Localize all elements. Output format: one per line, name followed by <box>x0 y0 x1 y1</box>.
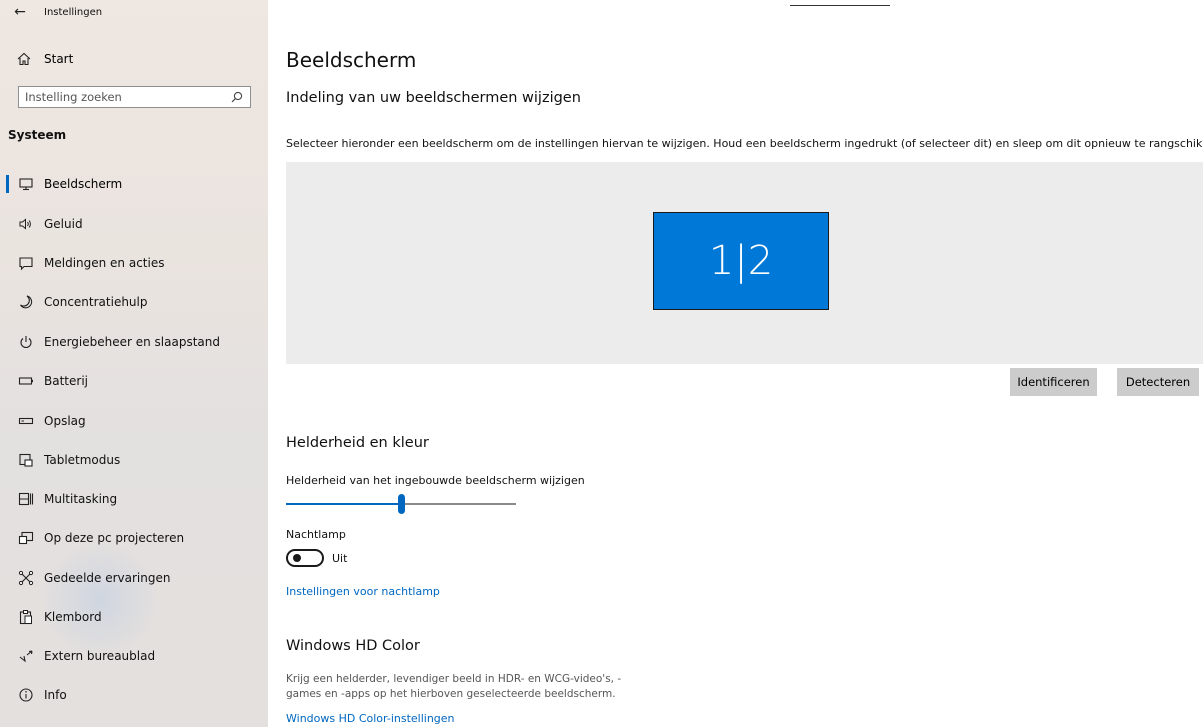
hdr-settings-link[interactable]: Windows HD Color-instellingen <box>286 712 455 725</box>
sidebar-item-info[interactable]: Info <box>0 681 268 709</box>
sidebar-item-klembord[interactable]: Klembord <box>0 603 268 631</box>
moon-icon <box>18 294 34 310</box>
brightness-heading: Helderheid en kleur <box>286 435 429 451</box>
brightness-slider-label: Helderheid van het ingebouwde beeldscher… <box>286 474 585 487</box>
speaker-icon <box>18 216 34 232</box>
sidebar-item-projecteren[interactable]: Op deze pc projecteren <box>0 524 268 552</box>
sidebar-item-label: Geluid <box>44 217 83 231</box>
arrange-heading: Indeling van uw beeldschermen wijzigen <box>286 90 581 106</box>
search-input[interactable] <box>19 87 225 107</box>
sidebar-item-label: Klembord <box>44 610 102 624</box>
sidebar-item-label: Info <box>44 688 67 702</box>
storage-icon <box>18 413 34 429</box>
multitasking-icon <box>18 491 34 507</box>
sidebar-item-label: Beeldscherm <box>44 177 123 191</box>
sidebar-item-beeldscherm[interactable]: Beeldscherm <box>0 170 268 198</box>
remote-desktop-icon <box>18 648 34 664</box>
sidebar-item-label: Energiebeheer en slaapstand <box>44 335 220 349</box>
sidebar-item-concentratiehulp[interactable]: Concentratiehulp <box>0 288 268 316</box>
title-bar: ← Instellingen <box>0 0 268 26</box>
sidebar-item-meldingen[interactable]: Meldingen en acties <box>0 249 268 277</box>
arrange-description: Selecteer hieronder een beeldscherm om d… <box>286 137 1203 150</box>
sidebar-item-label: Op deze pc projecteren <box>44 531 185 545</box>
search-icon[interactable] <box>230 90 244 104</box>
sidebar-section-title: Systeem <box>8 128 67 142</box>
slider-thumb[interactable] <box>398 494 405 514</box>
shared-experiences-icon <box>18 570 34 586</box>
night-light-label: Nachtlamp <box>286 528 346 541</box>
sidebar-item-label: Concentratiehulp <box>44 295 148 309</box>
hdr-description-line: Krijg een helderder, levendiger beeld in… <box>286 673 622 685</box>
toggle-knob <box>293 554 301 562</box>
sidebar-item-energiebeheer[interactable]: Energiebeheer en slaapstand <box>0 328 268 356</box>
slider-track-filled <box>286 503 401 505</box>
sidebar-item-tabletmodus[interactable]: Tabletmodus <box>0 446 268 474</box>
app-title: Instellingen <box>44 7 103 18</box>
sidebar-item-label: Extern bureaublad <box>44 649 156 663</box>
brightness-slider[interactable] <box>286 494 516 514</box>
project-icon <box>18 530 34 546</box>
back-button[interactable]: ← <box>8 2 32 24</box>
identify-button[interactable]: Identificeren <box>1010 368 1097 396</box>
sidebar: ← Instellingen Start Systeem Beeldscherm… <box>0 0 268 727</box>
power-icon <box>18 334 34 350</box>
sidebar-item-label: Tabletmodus <box>44 453 121 467</box>
night-light-state: Uit <box>332 552 348 565</box>
hdr-heading: Windows HD Color <box>286 638 420 654</box>
display-arrangement-area[interactable]: 1|2 <box>286 162 1203 364</box>
main-content: Beeldscherm Indeling van uw beeldscherme… <box>268 0 1203 727</box>
sidebar-item-label: Meldingen en acties <box>44 256 165 270</box>
detect-button[interactable]: Detecteren <box>1117 368 1199 396</box>
monitor-tile[interactable]: 1|2 <box>653 212 829 310</box>
clipboard-icon <box>18 609 34 625</box>
home-icon <box>16 51 32 67</box>
sidebar-item-extern-bureaublad[interactable]: Extern bureaublad <box>0 642 268 670</box>
sidebar-item-multitasking[interactable]: Multitasking <box>0 485 268 513</box>
active-indicator <box>6 175 9 193</box>
sidebar-item-label: Batterij <box>44 374 88 388</box>
sidebar-item-batterij[interactable]: Batterij <box>0 367 268 395</box>
page-title: Beeldscherm <box>286 48 417 72</box>
sidebar-item-opslag[interactable]: Opslag <box>0 407 268 435</box>
sidebar-item-label: Multitasking <box>44 492 118 506</box>
search-box[interactable] <box>18 86 251 108</box>
sidebar-item-gedeelde-ervaringen[interactable]: Gedeelde ervaringen <box>0 564 268 592</box>
nav-home-label: Start <box>44 52 74 66</box>
sidebar-item-label: Gedeelde ervaringen <box>44 571 171 585</box>
tablet-mode-icon <box>18 452 34 468</box>
info-icon <box>18 687 34 703</box>
hdr-description-line: games en -apps op het hierboven geselect… <box>286 688 616 700</box>
slider-track-empty <box>401 503 516 505</box>
monitor-icon <box>18 176 34 192</box>
sidebar-item-label: Opslag <box>44 414 86 428</box>
sidebar-item-geluid[interactable]: Geluid <box>0 210 268 238</box>
hdr-description: Krijg een helderder, levendiger beeld in… <box>286 672 646 702</box>
arrow-left-icon: ← <box>14 4 26 20</box>
battery-icon <box>18 373 34 389</box>
nav-home[interactable]: Start <box>0 48 268 72</box>
night-light-toggle[interactable] <box>286 549 324 567</box>
notification-icon <box>18 255 34 271</box>
night-light-settings-link[interactable]: Instellingen voor nachtlamp <box>286 585 440 598</box>
top-divider <box>790 5 890 6</box>
